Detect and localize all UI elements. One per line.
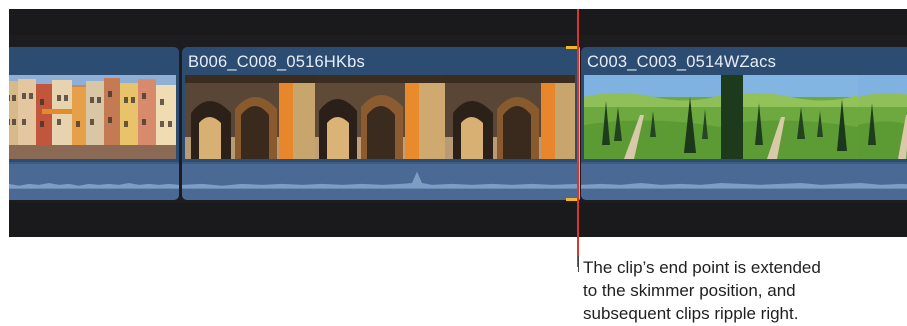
callout-line: The clip’s end point is extended	[583, 258, 821, 277]
audio-waveform	[182, 162, 578, 200]
arched-corridor-thumbnail	[445, 75, 575, 159]
audio-waveform	[581, 162, 907, 200]
skimmer-line[interactable]	[577, 9, 579, 267]
callout-line: subsequent clips ripple right.	[583, 304, 799, 323]
audio-waveform	[9, 162, 179, 200]
clip-filmstrip	[584, 75, 907, 159]
timeline[interactable]: B006_C008_0516HKbs C003_C003_0514WZacs	[9, 9, 907, 237]
cypress-hills-thumbnail	[721, 75, 858, 159]
callout-text: The clip’s end point is extended to the …	[583, 256, 903, 325]
clip-c003-c003[interactable]: C003_C003_0514WZacs	[581, 47, 907, 200]
callout-line: to the skimmer position, and	[583, 281, 796, 300]
clip-title: C003_C003_0514WZacs	[587, 53, 777, 71]
arched-corridor-thumbnail	[185, 75, 315, 159]
cypress-hills-thumbnail	[858, 75, 907, 159]
timeline-bottom-track-area	[9, 203, 907, 237]
callout-leader-line	[578, 256, 579, 272]
cypress-hills-thumbnail	[584, 75, 721, 159]
clip-b006-c008[interactable]: B006_C008_0516HKbs	[182, 47, 578, 200]
timeline-top-track-area	[9, 9, 907, 35]
town-houses-thumbnail	[9, 75, 176, 159]
clip-filmstrip	[185, 75, 575, 159]
clip-filmstrip	[9, 75, 176, 159]
clip-town-houses[interactable]	[9, 47, 179, 200]
arched-corridor-thumbnail	[315, 75, 445, 159]
clip-title: B006_C008_0516HKbs	[188, 53, 365, 71]
